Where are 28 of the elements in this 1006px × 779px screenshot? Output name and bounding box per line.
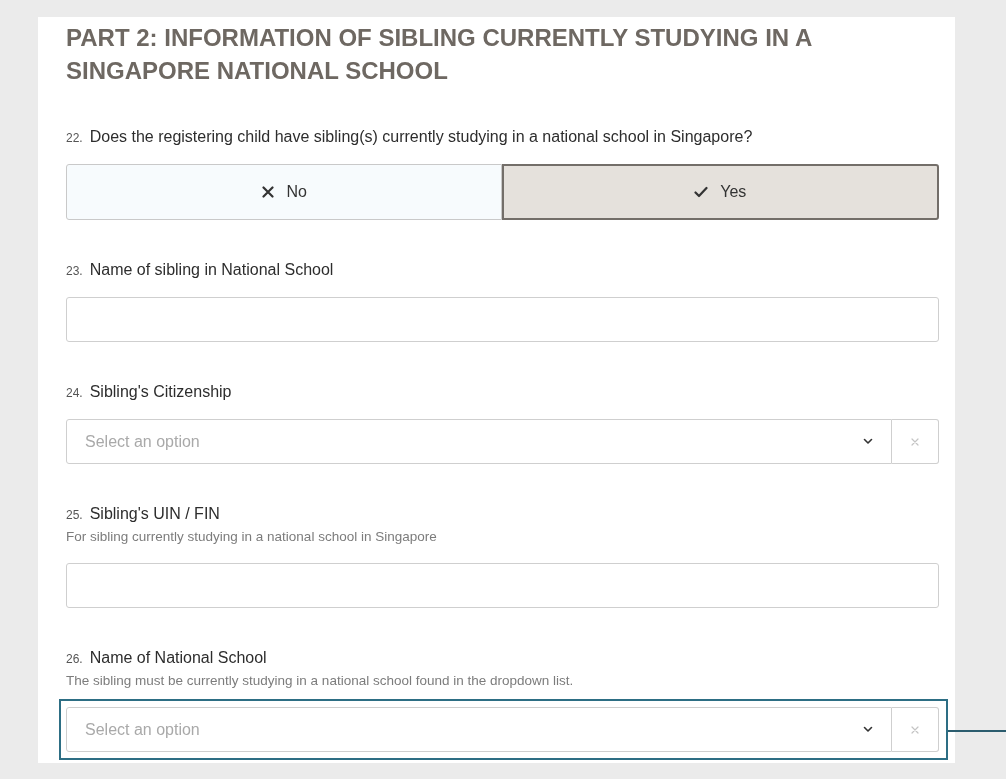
cross-icon	[260, 186, 275, 198]
checkmark-icon	[694, 186, 709, 198]
chevron-down-icon	[863, 438, 873, 445]
question-label: Name of sibling in National School	[89, 260, 334, 280]
select-field[interactable]: Select an option	[66, 707, 892, 752]
option-button[interactable]: No	[66, 164, 502, 220]
question-label: Sibling's Citizenship	[89, 382, 232, 402]
hint-text: The sibling must be currently studying in a national school found in the dropdown list.	[66, 672, 575, 690]
question-number: 25.	[66, 507, 83, 524]
clear-button[interactable]	[892, 707, 939, 752]
close-icon	[911, 437, 919, 446]
question-number: 26.	[66, 651, 83, 668]
hint-text: For sibling currently studying in a national school in Singapore	[66, 528, 438, 546]
question-label: Name of National School	[89, 648, 267, 668]
question-number: 23.	[66, 263, 83, 280]
question-number: 22.	[66, 130, 83, 147]
leader-line	[948, 729, 1006, 732]
close-icon	[911, 725, 919, 734]
option-button[interactable]: Yes	[501, 164, 939, 220]
question-number: 24.	[66, 385, 83, 402]
question-label: Does the registering child have sibling(s) currently studying in a national school in Singapore?	[89, 127, 753, 147]
text-field[interactable]	[66, 297, 939, 342]
select-field[interactable]: Select an option	[66, 419, 892, 464]
chevron-down-icon	[863, 726, 873, 733]
section-title: PART 2: INFORMATION OF SIBLING CURRENTLY STUDYING IN A SINGAPORE NATIONAL SCHOOL	[66, 23, 813, 86]
question-label: Sibling's UIN / FIN	[89, 504, 220, 524]
clear-button[interactable]	[892, 419, 939, 464]
text-field[interactable]	[66, 563, 939, 608]
